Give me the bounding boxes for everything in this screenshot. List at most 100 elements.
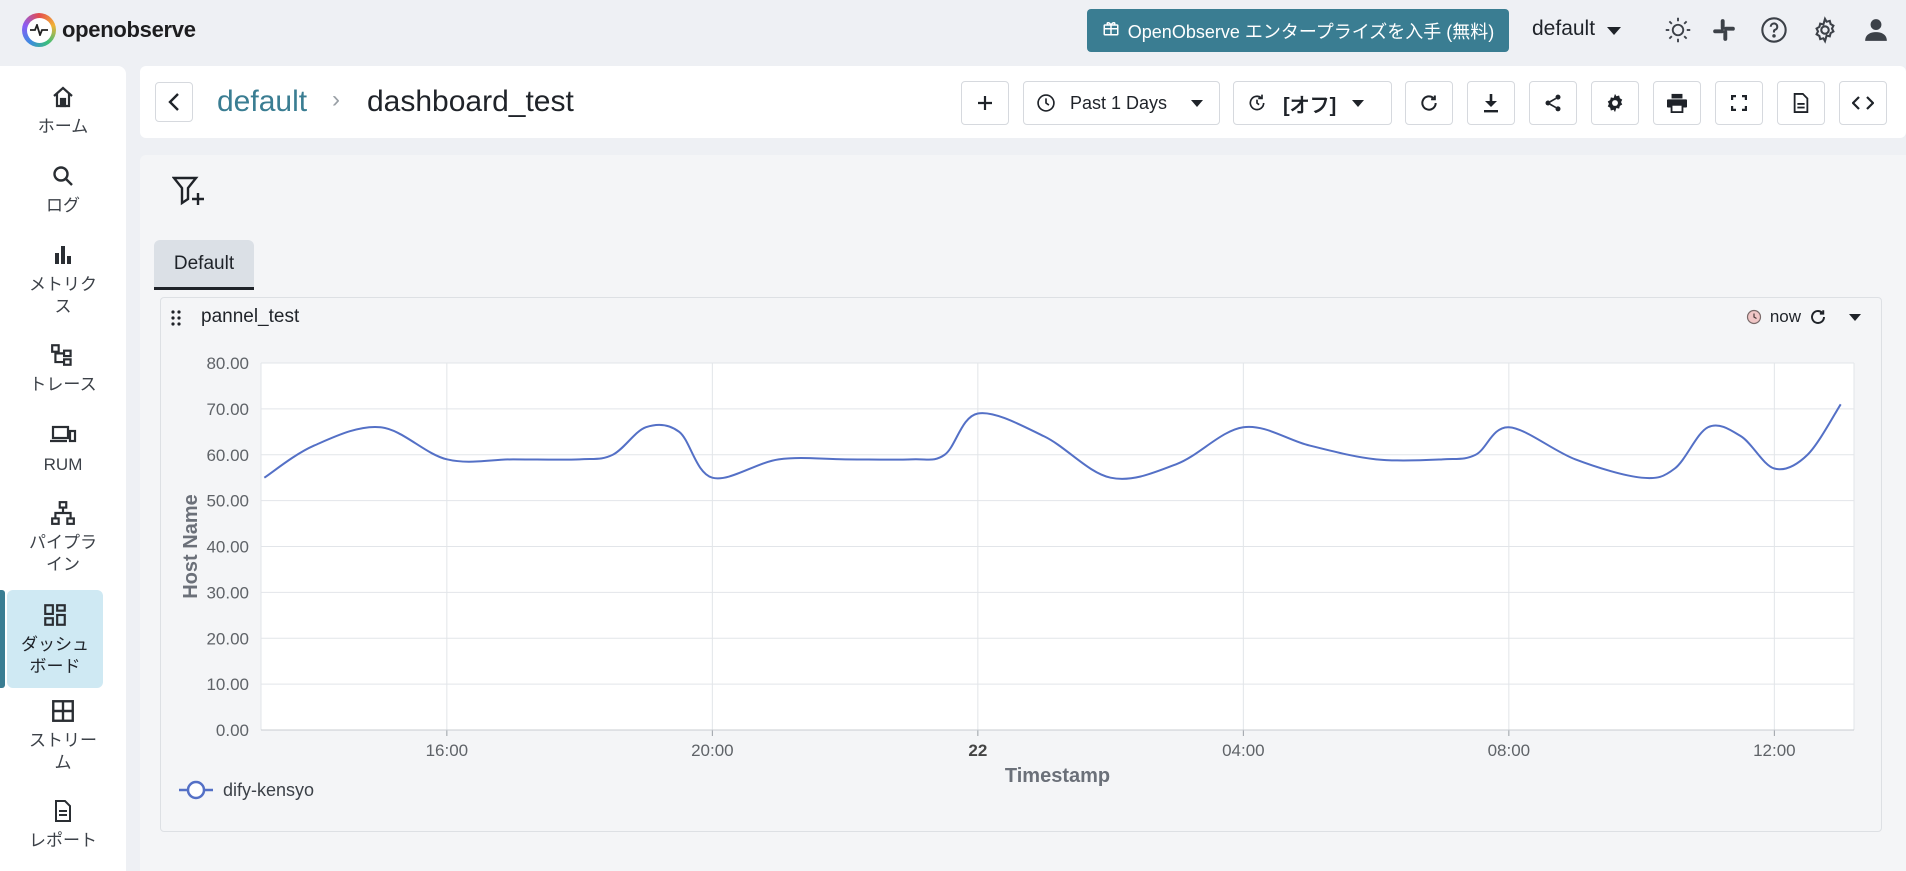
fullscreen-icon [1731, 95, 1747, 111]
add-filter-icon[interactable] [171, 175, 206, 212]
settings-gear-icon[interactable] [1809, 14, 1841, 46]
org-select-value: default [1532, 17, 1596, 40]
print-button[interactable] [1653, 81, 1701, 125]
panel-refresh-icon[interactable] [1809, 308, 1827, 326]
x-tick-label: 04:00 [1222, 741, 1265, 760]
sidebar-item-label: トレース [29, 375, 97, 394]
caret-down-icon [1352, 99, 1365, 107]
sidebar-item-rum[interactable]: RUM [0, 420, 126, 476]
sidebar-item-label: RUM [43, 455, 83, 474]
org-select[interactable]: default [1532, 17, 1622, 41]
sidebar-item-label: ストリーム [29, 731, 97, 772]
add-panel-button[interactable] [961, 81, 1009, 125]
json-view-button[interactable] [1839, 81, 1887, 125]
sidebar-item-label: メトリクス [29, 275, 97, 316]
grid-icon [48, 696, 78, 726]
top-bar: openobserve OpenObserve エンタープライズを入手 (無料)… [0, 0, 1906, 62]
logo[interactable]: openobserve [22, 13, 196, 47]
breadcrumb-root[interactable]: default [217, 85, 307, 119]
share-button[interactable] [1529, 81, 1577, 125]
y-axis-title: Host Name [180, 494, 202, 598]
sidebar-item-label: レポート [29, 831, 97, 850]
caret-down-icon [1607, 17, 1622, 41]
panel-time-label: now [1769, 307, 1801, 326]
refresh-interval-value: [オフ] [1283, 94, 1337, 117]
sidebar-item-home[interactable]: ホーム [0, 82, 126, 138]
get-enterprise-button[interactable]: OpenObserve エンタープライズを入手 (無料) [1087, 9, 1509, 52]
active-indicator [0, 590, 5, 688]
logo-text: openobserve [62, 17, 196, 42]
home-icon [48, 82, 78, 112]
panel-time-info: now [1746, 307, 1861, 327]
back-button[interactable] [155, 82, 193, 122]
auto-refresh-icon [1249, 94, 1265, 111]
y-tick-label: 50.00 [206, 492, 249, 511]
tab-label: Default [173, 252, 235, 274]
dashboard-settings-button[interactable] [1591, 81, 1639, 125]
code-icon [1852, 96, 1874, 110]
breadcrumb-separator: › [332, 86, 340, 113]
x-tick-label: 20:00 [691, 741, 734, 760]
devices-icon [48, 420, 78, 450]
sidebar-item-label: ログ [46, 196, 80, 215]
y-tick-label: 70.00 [206, 400, 249, 419]
y-tick-label: 10.00 [206, 675, 249, 694]
sidebar-item-streams[interactable]: ストリーム [0, 696, 126, 774]
user-avatar-icon[interactable] [1860, 14, 1892, 46]
line-chart: 80.00 70.00 60.00 50.00 40.00 30.00 20.00 10.00… [179, 354, 1855, 800]
y-tick-label: 0.00 [216, 721, 249, 740]
gear-icon [1607, 93, 1623, 113]
chart-panel: pannel_test now 80.00 70.00 60.00 50.00 40.0… [160, 297, 1882, 832]
panel-title: pannel_test [201, 306, 300, 327]
pipeline-icon [48, 498, 78, 528]
legend-label: dify-kensyo [223, 780, 314, 800]
time-range-select[interactable]: Past 1 Days [1023, 81, 1220, 125]
y-tick-label: 30.00 [206, 583, 249, 602]
share-icon [1545, 94, 1561, 112]
y-tick-label: 80.00 [206, 354, 249, 373]
download-icon [1484, 94, 1498, 113]
x-axis-title: Timestamp [1005, 765, 1110, 787]
page-title: dashboard_test [367, 85, 574, 118]
sidebar-item-logs[interactable]: ログ [0, 161, 126, 217]
sidebar: ホーム ログ メトリクス トレース RUM パイプライン ダッシュボード ストリ… [0, 66, 126, 871]
document-icon [1793, 93, 1809, 113]
plus-icon [978, 96, 992, 110]
x-tick-label: 12:00 [1753, 741, 1796, 760]
x-tick-label: 22 [968, 741, 987, 760]
cached-clock-icon [1746, 309, 1761, 325]
logo-mark-icon [22, 13, 56, 47]
sidebar-item-traces[interactable]: トレース [0, 340, 126, 396]
tab-default[interactable]: Default [154, 240, 254, 290]
time-range-value: Past 1 Days [1070, 92, 1168, 113]
download-button[interactable] [1467, 81, 1515, 125]
dashboard-header: default › dashboard_test Past 1 Days [オフ… [140, 66, 1906, 138]
help-icon[interactable] [1758, 14, 1790, 46]
sidebar-item-reports[interactable]: レポート [0, 796, 126, 852]
sidebar-item-pipelines[interactable]: パイプライン [0, 498, 126, 576]
clock-icon [1037, 94, 1055, 112]
y-tick-label: 60.00 [206, 446, 249, 465]
chevron-left-icon [168, 93, 179, 111]
theme-toggle-sun-icon[interactable] [1662, 14, 1694, 46]
refresh-icon [1421, 95, 1437, 111]
caret-down-icon [1191, 99, 1204, 107]
dashboard-icon [40, 600, 70, 630]
export-pdf-button[interactable] [1777, 81, 1825, 125]
dashboard-content: Default pannel_test now 80.00 70.00 60.00 5… [140, 155, 1906, 871]
sidebar-item-dashboards[interactable]: ダッシュボード [7, 590, 103, 688]
print-icon [1667, 93, 1687, 113]
y-tick-label: 20.00 [206, 629, 249, 648]
x-tick-label: 16:00 [426, 741, 469, 760]
slack-icon[interactable] [1708, 14, 1740, 46]
panel-menu-caret-icon[interactable] [1849, 313, 1861, 321]
sidebar-item-label: パイプライン [29, 533, 97, 574]
fullscreen-button[interactable] [1715, 81, 1763, 125]
search-icon [48, 161, 78, 191]
y-tick-label: 40.00 [206, 538, 249, 557]
gift-icon [1102, 19, 1120, 42]
get-enterprise-label: OpenObserve エンタープライズを入手 (無料) [1127, 21, 1495, 42]
sidebar-item-metrics[interactable]: メトリクス [0, 240, 126, 318]
refresh-interval-select[interactable]: [オフ] [1233, 81, 1392, 125]
refresh-button[interactable] [1405, 81, 1453, 125]
